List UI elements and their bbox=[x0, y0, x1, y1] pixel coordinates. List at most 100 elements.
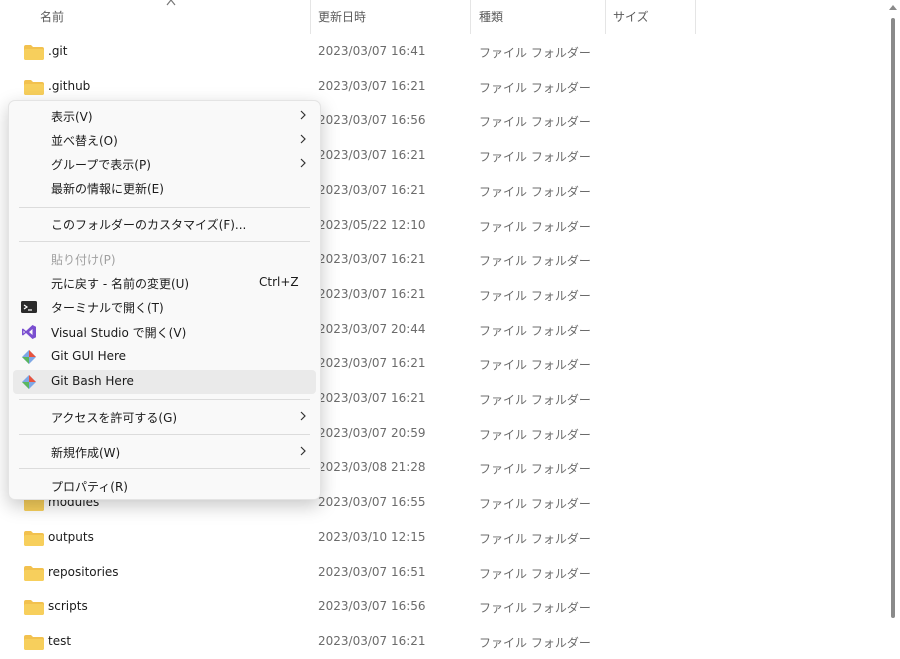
file-date: 2023/03/07 16:41 bbox=[318, 44, 426, 58]
file-date: 2023/03/07 20:44 bbox=[318, 321, 426, 336]
file-date: 2023/03/07 16:21 bbox=[318, 356, 426, 371]
file-name: scripts bbox=[48, 599, 88, 614]
menu-item-label: 新規作成(W) bbox=[51, 446, 121, 460]
menu-item-label: 表示(V) bbox=[51, 110, 93, 124]
folder-icon bbox=[24, 634, 44, 650]
menu-item-label: ターミナルで開く(T) bbox=[51, 301, 164, 315]
scroll-thumb[interactable] bbox=[891, 18, 895, 618]
menu-item-label: Visual Studio で開く(V) bbox=[51, 326, 187, 340]
file-date: 2023/03/07 16:21 bbox=[318, 182, 426, 197]
file-date: 2023/03/07 16:21 bbox=[318, 252, 426, 267]
visual-studio-icon bbox=[22, 325, 36, 339]
file-type: ファイル フォルダー bbox=[479, 254, 591, 269]
file-type: ファイル フォルダー bbox=[479, 427, 591, 442]
folder-icon bbox=[24, 565, 44, 581]
file-date: 2023/03/07 16:21 bbox=[318, 286, 426, 301]
git-icon bbox=[22, 350, 36, 364]
context-menu: 表示(V) 並べ替え(O) グループで表示(P) 最新の情報に更新(E) このフ… bbox=[8, 100, 321, 500]
folder-icon bbox=[24, 600, 44, 616]
column-name-header[interactable]: 名前 bbox=[40, 8, 64, 25]
menu-item-undo[interactable]: 元に戻す - 名前の変更(U) Ctrl+Z bbox=[13, 271, 316, 295]
file-date: 2023/03/07 16:55 bbox=[318, 495, 426, 510]
file-date: 2023/03/07 16:56 bbox=[318, 599, 426, 614]
menu-item-git-gui[interactable]: Git GUI Here bbox=[13, 345, 316, 369]
file-row[interactable]: .github 2023/03/07 16:21 ファイル フォルダー bbox=[0, 69, 886, 104]
file-type: ファイル フォルダー bbox=[479, 219, 591, 234]
file-row[interactable]: repositories 2023/03/07 16:51 ファイル フォルダー bbox=[0, 555, 886, 590]
file-date: 2023/03/08 21:28 bbox=[318, 460, 426, 475]
file-date: 2023/03/07 16:21 bbox=[318, 633, 426, 648]
menu-item-group[interactable]: グループで表示(P) bbox=[13, 152, 316, 176]
file-row[interactable]: test 2023/03/07 16:21 ファイル フォルダー bbox=[0, 624, 886, 659]
menu-item-properties[interactable]: プロパティ(R) bbox=[13, 474, 316, 498]
menu-item-refresh[interactable]: 最新の情報に更新(E) bbox=[13, 176, 316, 200]
menu-item-label: このフォルダーのカスタマイズ(F)... bbox=[51, 218, 247, 232]
file-date: 2023/03/07 16:51 bbox=[318, 564, 426, 579]
menu-item-label: 元に戻す - 名前の変更(U) bbox=[51, 277, 190, 291]
file-date: 2023/05/22 12:10 bbox=[318, 217, 426, 232]
file-date: 2023/03/10 12:15 bbox=[318, 529, 426, 544]
menu-item-view[interactable]: 表示(V) bbox=[13, 104, 316, 128]
file-type: ファイル フォルダー bbox=[479, 115, 591, 130]
file-row[interactable]: outputs 2023/03/10 12:15 ファイル フォルダー bbox=[0, 520, 886, 555]
menu-item-sort[interactable]: 並べ替え(O) bbox=[13, 128, 316, 152]
column-size-header[interactable]: サイズ bbox=[613, 8, 649, 25]
file-name: test bbox=[48, 633, 72, 648]
chevron-right-icon bbox=[300, 110, 306, 120]
menu-separator bbox=[19, 399, 310, 400]
file-type: ファイル フォルダー bbox=[479, 184, 591, 199]
column-type-header[interactable]: 種類 bbox=[479, 8, 503, 25]
chevron-right-icon bbox=[300, 411, 306, 421]
menu-item-new[interactable]: 新規作成(W) bbox=[13, 440, 316, 464]
column-divider[interactable] bbox=[470, 0, 471, 34]
menu-item-paste: 貼り付け(P) bbox=[13, 247, 316, 271]
file-name: repositories bbox=[48, 564, 119, 579]
file-type: ファイル フォルダー bbox=[479, 497, 591, 512]
sort-ascending-icon bbox=[166, 0, 176, 6]
folder-icon bbox=[24, 530, 44, 546]
column-date-header[interactable]: 更新日時 bbox=[318, 8, 366, 25]
menu-item-visual-studio[interactable]: Visual Studio で開く(V) bbox=[13, 320, 316, 344]
file-name: .github bbox=[48, 78, 91, 93]
menu-item-terminal[interactable]: ターミナルで開く(T) bbox=[13, 295, 316, 319]
terminal-icon bbox=[21, 301, 37, 313]
file-type: ファイル フォルダー bbox=[479, 566, 591, 581]
file-date: 2023/03/07 16:56 bbox=[318, 113, 426, 128]
menu-item-label: 最新の情報に更新(E) bbox=[51, 182, 164, 196]
chevron-right-icon bbox=[300, 134, 306, 144]
column-header: 名前 更新日時 種類 サイズ bbox=[0, 0, 886, 34]
chevron-right-icon bbox=[300, 446, 306, 456]
file-name: .git bbox=[48, 44, 68, 58]
menu-item-customize[interactable]: このフォルダーのカスタマイズ(F)... bbox=[13, 212, 316, 236]
menu-item-label: アクセスを許可する(G) bbox=[51, 411, 178, 425]
file-type: ファイル フォルダー bbox=[479, 462, 591, 477]
column-divider[interactable] bbox=[310, 0, 311, 34]
git-icon bbox=[22, 375, 36, 389]
file-type: ファイル フォルダー bbox=[479, 358, 591, 373]
menu-separator bbox=[19, 241, 310, 242]
file-row[interactable]: .git 2023/03/07 16:41 ファイル フォルダー bbox=[0, 34, 886, 69]
menu-item-label: プロパティ(R) bbox=[51, 480, 128, 494]
file-date: 2023/03/07 20:59 bbox=[318, 425, 426, 440]
menu-item-label: Git Bash Here bbox=[51, 374, 134, 388]
menu-item-label: グループで表示(P) bbox=[51, 158, 151, 172]
file-row[interactable]: scripts 2023/03/07 16:56 ファイル フォルダー bbox=[0, 589, 886, 624]
file-date: 2023/03/07 16:21 bbox=[318, 391, 426, 405]
folder-icon bbox=[24, 45, 44, 60]
menu-item-label: 並べ替え(O) bbox=[51, 134, 118, 148]
file-type: ファイル フォルダー bbox=[479, 393, 591, 407]
file-date: 2023/03/07 16:21 bbox=[318, 148, 426, 163]
menu-item-access[interactable]: アクセスを許可する(G) bbox=[13, 405, 316, 429]
folder-icon bbox=[24, 79, 44, 95]
column-divider[interactable] bbox=[605, 0, 606, 34]
file-type: ファイル フォルダー bbox=[479, 80, 591, 95]
file-name: outputs bbox=[48, 529, 94, 544]
scroll-up-icon[interactable] bbox=[889, 4, 897, 10]
column-divider[interactable] bbox=[695, 0, 696, 34]
menu-item-git-bash[interactable]: Git Bash Here bbox=[13, 370, 316, 394]
vertical-scrollbar[interactable] bbox=[886, 0, 900, 644]
menu-separator bbox=[19, 207, 310, 208]
file-type: ファイル フォルダー bbox=[479, 46, 591, 60]
file-type: ファイル フォルダー bbox=[479, 323, 591, 338]
file-type: ファイル フォルダー bbox=[479, 150, 591, 165]
